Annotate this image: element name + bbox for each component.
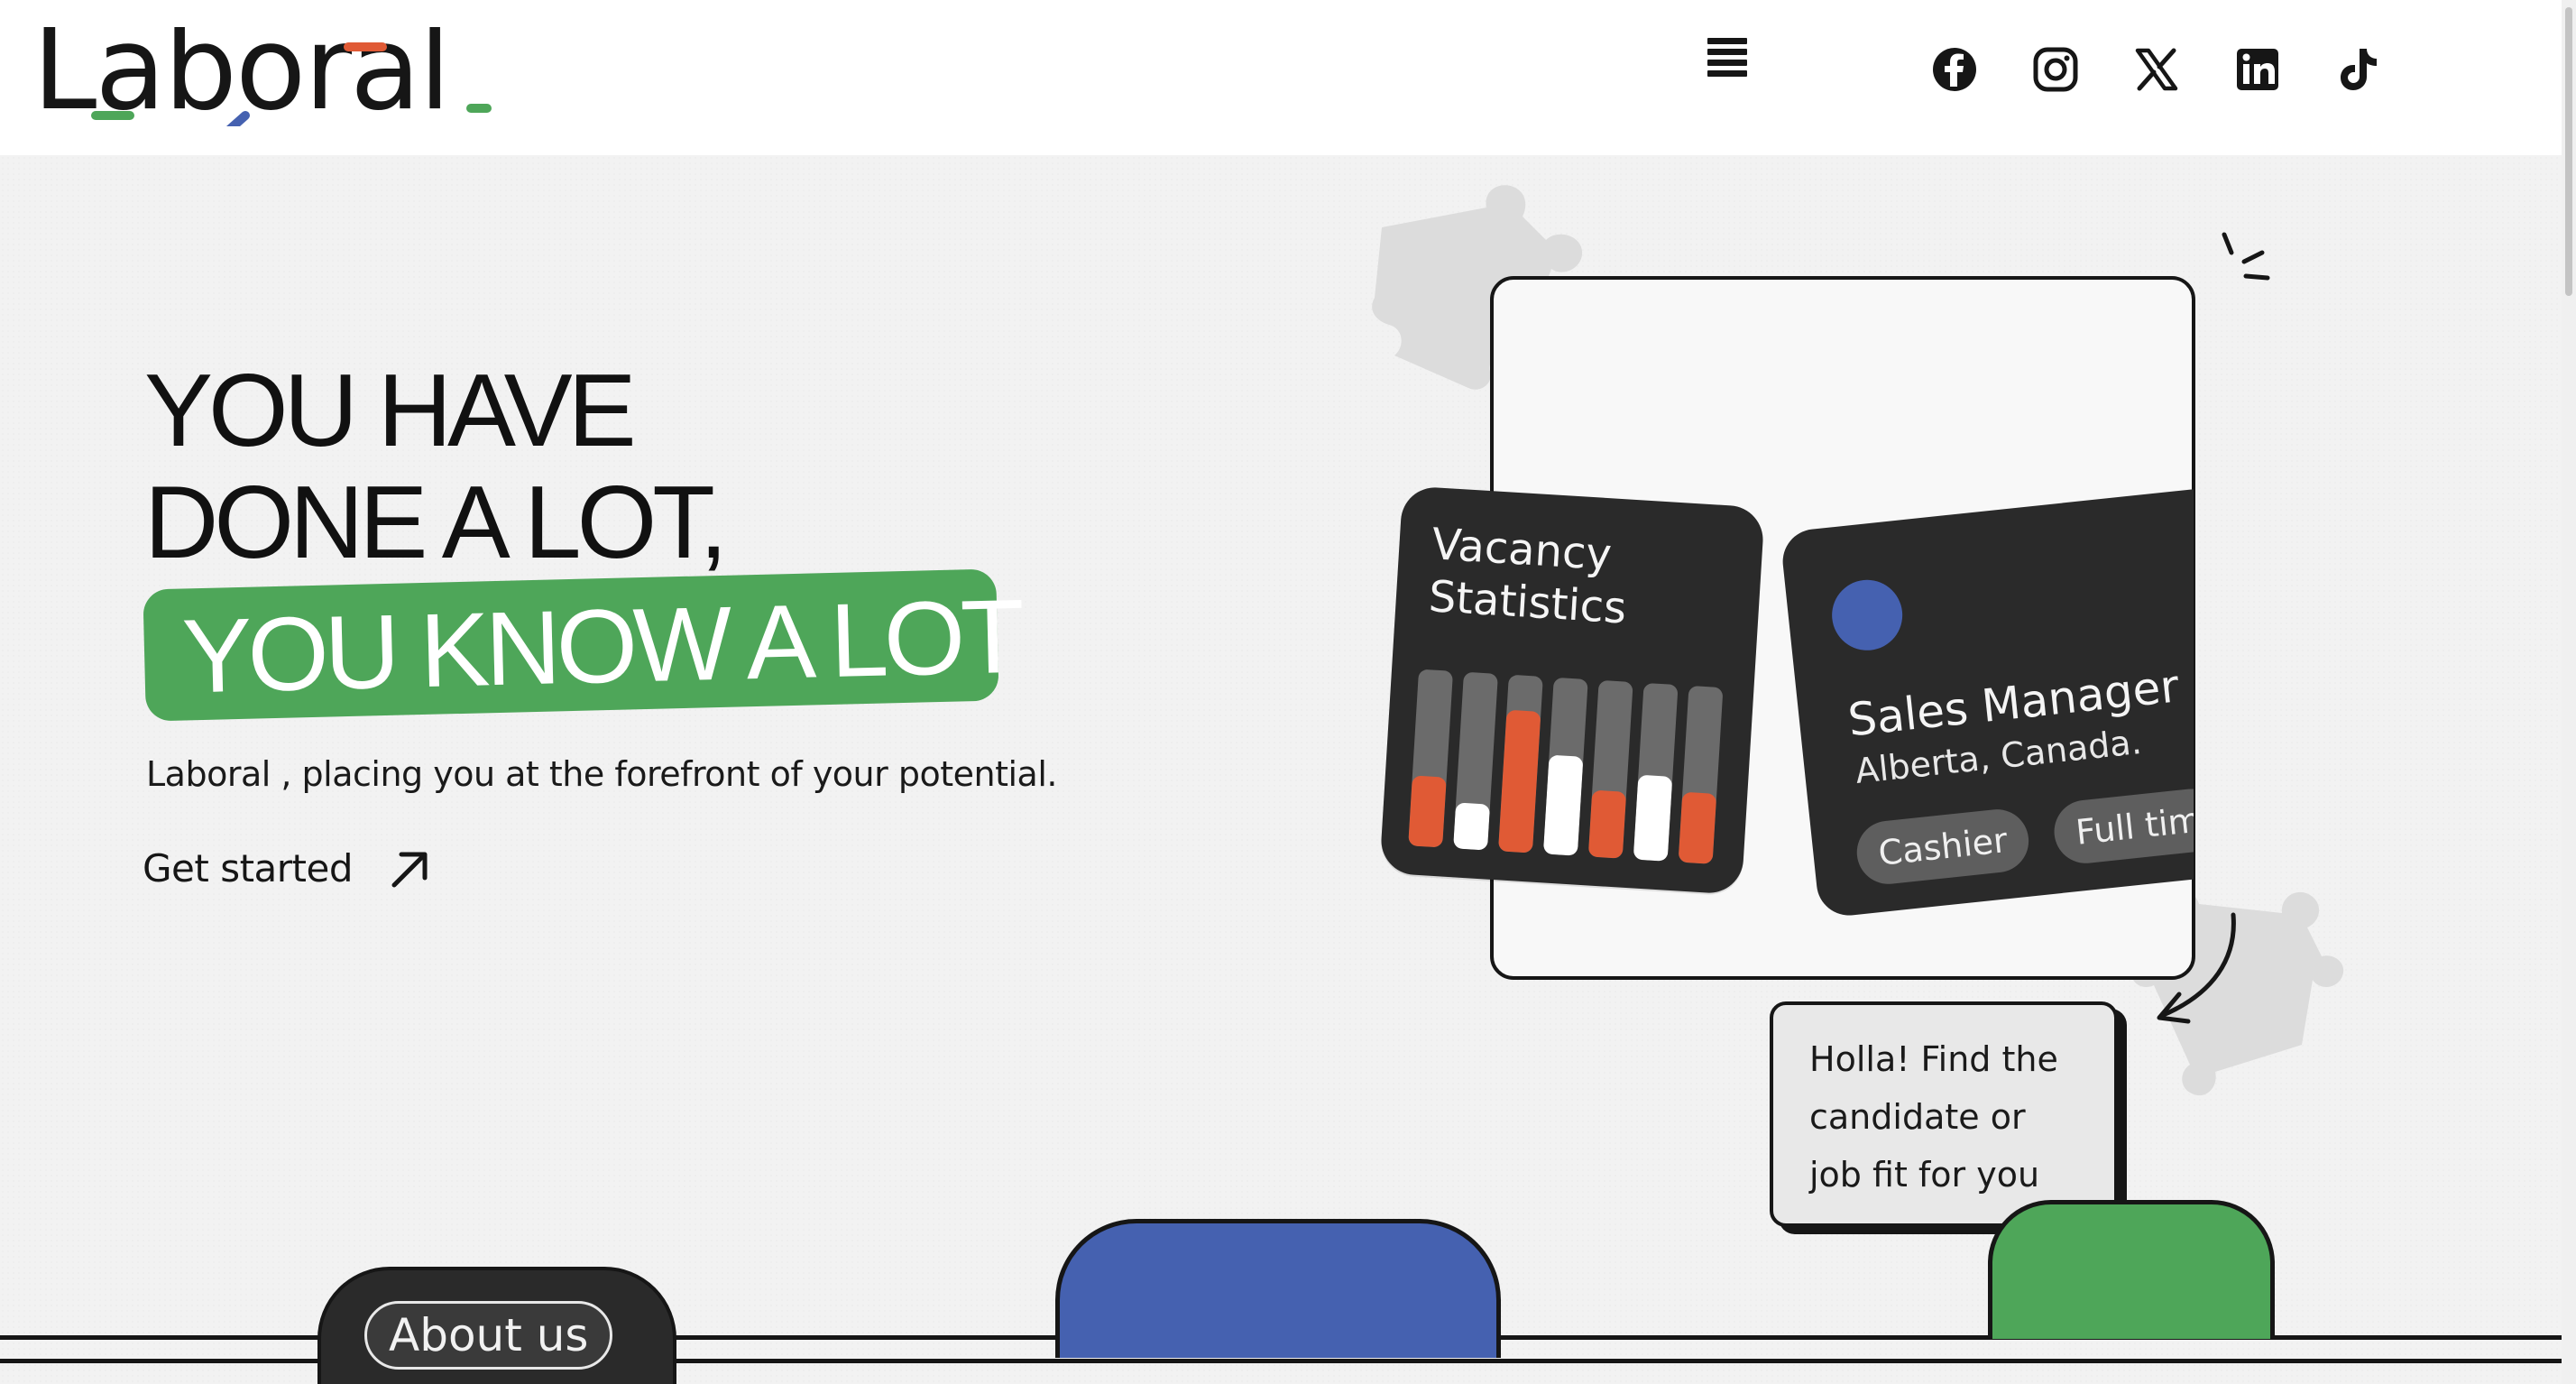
vacancy-bar-fill: [1587, 789, 1627, 859]
social-links: [1930, 45, 2383, 99]
vacancy-bar: [1633, 682, 1679, 862]
vacancy-bars: [1408, 669, 1728, 865]
vacancy-bar-fill: [1678, 791, 1717, 864]
vacancy-bar: [1453, 671, 1498, 851]
arrow-up-right-icon: [391, 852, 428, 887]
site-header: Laboral: [0, 0, 2562, 155]
get-started-label: Get started: [143, 846, 354, 890]
job-card-clip: Sales Manager Alberta, Canada. Cashier F…: [1777, 480, 2194, 949]
sparkle-icon: [2222, 232, 2270, 281]
vacancy-title: Vacancy Statistics: [1427, 518, 1631, 634]
about-us-tab[interactable]: About us: [317, 1267, 676, 1384]
section-tab-green[interactable]: [1988, 1200, 2275, 1339]
vacancy-statistics-card: Vacancy Statistics: [1379, 485, 1765, 895]
vacancy-title-line-2: Statistics: [1427, 571, 1628, 634]
instagram-icon[interactable]: [2031, 45, 2080, 94]
section-tab-blue[interactable]: [1055, 1219, 1501, 1358]
company-avatar: [1828, 576, 1907, 654]
job-chip-cashier: Cashier: [1854, 806, 2032, 888]
headline-line-2: DONE A LOT,: [144, 466, 728, 580]
get-started-link[interactable]: Get started: [143, 846, 432, 890]
job-card: Sales Manager Alberta, Canada. Cashier F…: [1780, 480, 2194, 919]
headline-line-1: YOU HAVE: [144, 354, 637, 468]
vacancy-bar: [1678, 685, 1724, 864]
vacancy-bar: [1587, 679, 1633, 859]
speech-bubble: Holla! Find the candidate or job fit for…: [1770, 1001, 2118, 1227]
about-us-label: About us: [364, 1301, 613, 1370]
vacancy-bar-fill: [1542, 754, 1584, 856]
vacancy-bar: [1497, 674, 1543, 853]
curved-arrow-icon: [2157, 912, 2236, 1024]
headline-highlight: YOU KNOW A LOT: [143, 568, 1022, 722]
x-icon[interactable]: [2132, 45, 2181, 94]
vacancy-bar-fill: [1497, 709, 1541, 853]
hero-headline: YOU HAVE DONE A LOT,: [144, 354, 728, 580]
laboral-logo[interactable]: Laboral: [32, 27, 501, 126]
facebook-icon[interactable]: [1930, 45, 1979, 94]
tiktok-icon[interactable]: [2334, 45, 2383, 94]
bubble-line-3: job fit for you: [1809, 1155, 2040, 1195]
hero-tagline: Laboral , placing you at the forefront o…: [146, 754, 1057, 794]
bubble-line-2: candidate or: [1809, 1097, 2026, 1137]
hamburger-menu-icon[interactable]: [1701, 38, 1753, 90]
vacancy-bar-fill: [1453, 802, 1491, 851]
job-chip-fulltime: Full tim: [2051, 786, 2194, 867]
vacancy-bar: [1408, 669, 1454, 848]
page-scrollbar[interactable]: [2562, 0, 2576, 1384]
vacancy-bar-fill: [1633, 774, 1673, 862]
bubble-line-1: Holla! Find the: [1809, 1039, 2058, 1079]
scrollbar-thumb[interactable]: [2565, 7, 2572, 296]
vacancy-bar: [1542, 677, 1588, 856]
linkedin-icon[interactable]: [2233, 45, 2282, 94]
highlight-text: YOU KNOW A LOT: [180, 577, 1022, 715]
vacancy-bar-fill: [1408, 775, 1447, 848]
